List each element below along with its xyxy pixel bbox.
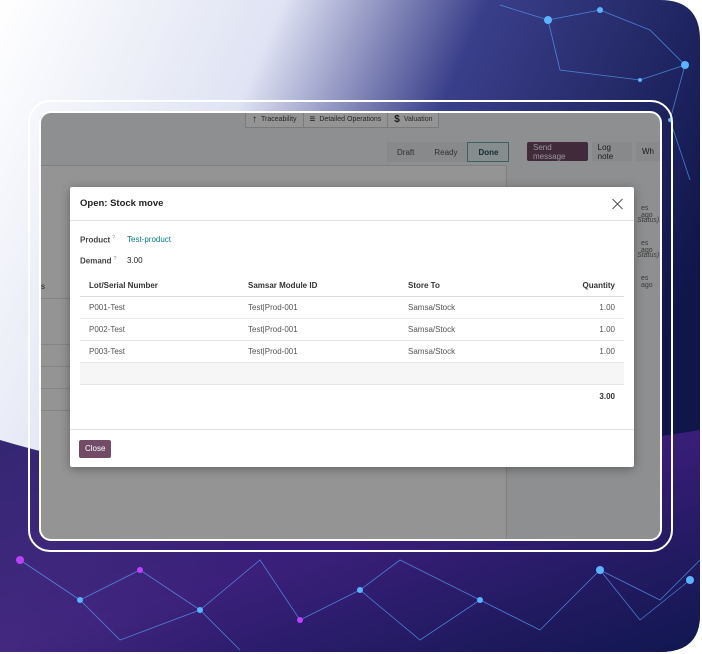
demand-value: 3.00 <box>127 256 143 266</box>
cell-module: Test|Prod-001 <box>248 347 298 356</box>
close-icon[interactable] <box>611 197 625 211</box>
product-label: Product? <box>80 235 116 245</box>
total-quantity: 3.00 <box>599 391 615 401</box>
cell-store: Samsa/Stock <box>408 347 456 356</box>
cell-lot: P003-Test <box>89 347 126 356</box>
cell-qty: 1.00 <box>599 347 615 356</box>
app-window: ↑ Traceability ≡ Detailed Operations $ V… <box>39 111 662 541</box>
table-header: Lot/Serial Number Samsar Module ID Store… <box>80 275 624 297</box>
help-icon[interactable]: ? <box>114 256 117 262</box>
cell-qty: 1.00 <box>599 325 615 334</box>
help-icon[interactable]: ? <box>112 235 115 241</box>
demand-field: Demand? 3.00 <box>80 256 143 266</box>
stock-move-dialog: Open: Stock move Product? Test-product D… <box>70 187 634 467</box>
demand-label: Demand? <box>80 256 117 266</box>
col-module-id[interactable]: Samsar Module ID <box>248 281 408 290</box>
close-button[interactable]: Close <box>79 439 112 458</box>
dialog-footer: Close <box>70 429 634 467</box>
table-row[interactable]: P001-Test Test|Prod-001 Samsa/Stock 1.00 <box>80 297 624 319</box>
table-footer: 3.00 <box>80 385 624 407</box>
cell-qty: 1.00 <box>599 303 615 312</box>
table-row[interactable]: P003-Test Test|Prod-001 Samsa/Stock 1.00 <box>80 341 624 363</box>
cell-lot: P002-Test <box>89 325 126 334</box>
dialog-title: Open: Stock move <box>80 198 164 209</box>
dialog-header: Open: Stock move <box>70 187 634 221</box>
col-store-to[interactable]: Store To <box>408 281 548 290</box>
cell-lot: P001-Test <box>89 303 126 312</box>
odoo-form-view: ↑ Traceability ≡ Detailed Operations $ V… <box>41 113 660 539</box>
col-quantity[interactable]: Quantity <box>548 281 624 290</box>
move-lines-table: Lot/Serial Number Samsar Module ID Store… <box>80 275 624 407</box>
table-row[interactable]: P002-Test Test|Prod-001 Samsa/Stock 1.00 <box>80 319 624 341</box>
cell-module: Test|Prod-001 <box>248 303 298 312</box>
product-link[interactable]: Test-product <box>127 235 171 244</box>
col-lot-serial[interactable]: Lot/Serial Number <box>80 281 248 290</box>
product-field: Product? Test-product <box>80 235 171 245</box>
cell-module: Test|Prod-001 <box>248 325 298 334</box>
cell-store: Samsa/Stock <box>408 325 456 334</box>
empty-row <box>80 363 624 385</box>
cell-store: Samsa/Stock <box>408 303 456 312</box>
